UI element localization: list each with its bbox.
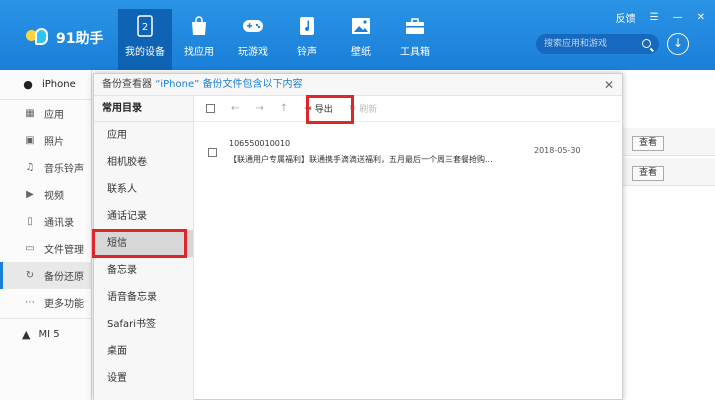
sidebar-item-video[interactable]: ▶ 视频 <box>0 181 91 208</box>
nav-wallpapers[interactable]: 壁纸 <box>334 9 388 65</box>
close-icon[interactable]: ✕ <box>697 12 705 23</box>
list-item[interactable]: 106550010010 【联通用户专属福利】联通携手滴滴送福利，五月最后一个周… <box>194 133 624 173</box>
category-item[interactable]: 联系人 <box>94 176 193 203</box>
back-arrow-icon[interactable]: ← <box>231 103 239 114</box>
view-button[interactable]: 查看 <box>632 136 664 151</box>
sidebar-item-more[interactable]: ⋯ 更多功能 <box>0 289 91 316</box>
gamepad-icon <box>242 15 264 37</box>
app-logo: 91助手 <box>26 28 103 48</box>
image-icon <box>350 15 372 37</box>
menu-icon[interactable]: ☰ <box>650 12 659 23</box>
sidebar-item-label: 文件管理 <box>44 245 84 256</box>
sidebar-device-iphone[interactable]: ● iPhone <box>0 70 91 100</box>
message-preview: 【联通用户专属福利】联通携手滴滴送福利，五月最后一个周三套餐抢购... <box>229 155 493 164</box>
main-nav: 2 我的设备 找应用 玩游戏 铃声 壁纸 工具箱 <box>118 9 442 70</box>
dialog-title-prefix: 备份查看器 <box>102 79 152 90</box>
sidebar-item-label: 备份还原 <box>44 272 84 283</box>
dialog-title: 备份查看器 “iPhone” 备份文件包含以下内容 <box>94 74 622 96</box>
close-icon[interactable]: ✕ <box>604 78 614 92</box>
message-sender: 106550010010 <box>229 139 291 148</box>
nav-my-device[interactable]: 2 我的设备 <box>118 9 172 70</box>
top-bar: 91助手 2 我的设备 找应用 玩游戏 铃声 壁纸 工具箱 反馈 ☰ — ✕ 搜… <box>0 0 715 70</box>
feedback-link[interactable]: 反馈 <box>616 10 636 25</box>
device-name: iPhone <box>42 79 76 90</box>
music-note-icon <box>296 15 318 37</box>
sidebar-item-music[interactable]: ♫ 音乐铃声 <box>0 154 91 181</box>
category-item[interactable]: 通话记录 <box>94 203 193 230</box>
category-item[interactable]: 桌面 <box>94 338 193 365</box>
nav-label: 找应用 <box>184 47 214 58</box>
sidebar-item-label: 应用 <box>44 110 64 121</box>
more-icon: ⋯ <box>25 297 35 308</box>
message-checkbox[interactable] <box>208 148 217 157</box>
checkbox-icon <box>206 104 215 113</box>
dialog-title-highlight: “iPhone” 备份文件包含以下内容 <box>155 79 303 90</box>
up-arrow-icon[interactable]: ↑ <box>280 103 288 114</box>
music-icon: ♫ <box>25 162 35 173</box>
sms-highlight-box <box>92 229 187 258</box>
export-highlight-box <box>306 95 354 124</box>
category-item[interactable]: 设置 <box>94 365 193 392</box>
sidebar-item-apps[interactable]: ▦ 应用 <box>0 100 91 127</box>
nav-games[interactable]: 玩游戏 <box>226 9 280 65</box>
nav-label: 我的设备 <box>125 47 165 58</box>
category-item[interactable]: 备忘录 <box>94 257 193 284</box>
forward-arrow-icon[interactable]: → <box>255 103 263 114</box>
sidebar-item-label: 更多功能 <box>44 299 84 310</box>
search-input[interactable]: 搜索应用和游戏 <box>536 34 659 54</box>
backup-viewer-dialog: 备份查看器 “iPhone” 备份文件包含以下内容 ✕ 常用目录 应用 相机胶卷… <box>92 73 624 400</box>
svg-text:2: 2 <box>142 22 148 33</box>
android-icon: ▲ <box>22 328 31 341</box>
message-date: 2018-05-30 <box>534 146 581 155</box>
sidebar-item-photos[interactable]: ▣ 照片 <box>0 127 91 154</box>
sidebar-item-files[interactable]: ▭ 文件管理 <box>0 235 91 262</box>
category-item[interactable]: 应用 <box>94 122 193 149</box>
sidebar-device-mi5[interactable]: ▲ MI 5 <box>0 318 91 350</box>
search-placeholder: 搜索应用和游戏 <box>544 39 608 49</box>
category-header: 常用目录 <box>94 96 193 122</box>
window-controls: 反馈 ☰ — ✕ <box>616 10 705 25</box>
logo-text: 91助手 <box>56 31 104 47</box>
nav-ringtones[interactable]: 铃声 <box>280 9 334 65</box>
video-icon: ▶ <box>26 189 34 200</box>
nav-label: 铃声 <box>297 47 317 58</box>
category-item[interactable]: 语音备忘录 <box>94 284 193 311</box>
sidebar-item-label: 视频 <box>44 191 64 202</box>
device-icon: 2 <box>134 15 156 37</box>
sidebar-item-label: 通讯录 <box>44 218 74 229</box>
apps-icon: ▦ <box>25 108 35 119</box>
sidebar-item-label: 音乐铃声 <box>44 164 84 175</box>
toolbox-icon <box>404 15 426 37</box>
apple-icon: ● <box>23 78 33 91</box>
nav-toolbox[interactable]: 工具箱 <box>388 9 442 65</box>
download-icon[interactable]: ↓ <box>667 33 689 55</box>
nav-find-apps[interactable]: 找应用 <box>172 9 226 65</box>
nav-label: 玩游戏 <box>238 47 268 58</box>
category-item[interactable]: Safari书签 <box>94 311 193 338</box>
category-item[interactable]: 相机胶卷 <box>94 149 193 176</box>
backup-icon: ↻ <box>25 270 35 281</box>
sidebar: ● iPhone ▦ 应用 ▣ 照片 ♫ 音乐铃声 ▶ 视频 ▯ 通讯录 ▭ 文件管理 ↻ 备… <box>0 70 92 400</box>
bag-icon <box>188 15 210 37</box>
nav-label: 壁纸 <box>351 47 371 58</box>
toolbar: ← → ↑ ⇥ 导出 ↻ 刷新 <box>194 96 624 122</box>
select-all-checkbox[interactable] <box>206 104 215 113</box>
logo-icon <box>26 28 50 48</box>
folder-icon: ▭ <box>25 243 35 254</box>
photo-icon: ▣ <box>25 135 35 146</box>
sidebar-item-contacts[interactable]: ▯ 通讯录 <box>0 208 91 235</box>
refresh-label: 刷新 <box>359 105 378 115</box>
nav-label: 工具箱 <box>400 47 430 58</box>
contacts-icon: ▯ <box>27 216 33 227</box>
view-button[interactable]: 查看 <box>632 166 664 181</box>
search-icon[interactable] <box>642 39 651 48</box>
minimize-icon[interactable]: — <box>673 12 683 23</box>
device-name: MI 5 <box>38 329 60 340</box>
message-panel: ← → ↑ ⇥ 导出 ↻ 刷新 106550010010 【联通用户专属福利】联… <box>194 95 624 400</box>
sidebar-item-backup[interactable]: ↻ 备份还原 <box>0 262 91 289</box>
sidebar-item-label: 照片 <box>44 137 64 148</box>
